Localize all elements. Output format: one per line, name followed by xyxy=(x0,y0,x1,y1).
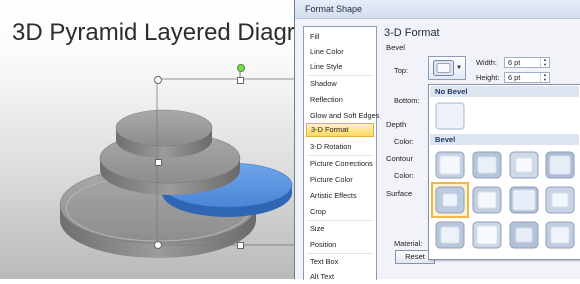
rotation-handle[interactable] xyxy=(237,64,245,72)
bevel-option-8[interactable] xyxy=(543,184,577,216)
pyramid-diagram[interactable] xyxy=(0,0,300,279)
bevel-preset-icon xyxy=(545,221,575,249)
resize-handle-left[interactable] xyxy=(155,159,162,166)
bevel-preset-icon xyxy=(509,221,539,249)
bevel-preset-icon xyxy=(509,186,539,214)
depth-color-label: Color: xyxy=(394,137,414,146)
bevel-preset-icon xyxy=(435,186,465,214)
category-artistic-effects[interactable]: Artistic Effects xyxy=(306,189,374,203)
height-value: 6 pt xyxy=(508,73,521,82)
slide-canvas[interactable]: 3D Pyramid Layered Diagram xyxy=(0,0,300,279)
bevel-section-label: Bevel xyxy=(386,43,405,52)
surface-section-label: Surface xyxy=(386,189,413,198)
category-fill[interactable]: Fill xyxy=(306,30,374,44)
width-spinner[interactable]: 6 pt ▲ ▼ xyxy=(504,57,550,68)
bevel-preset-icon xyxy=(545,151,575,179)
resize-handle-top-left[interactable] xyxy=(154,76,162,84)
category-picture-color[interactable]: Picture Color xyxy=(306,173,374,187)
bevel-option-4[interactable] xyxy=(543,149,577,181)
bevel-preset-icon xyxy=(472,186,502,214)
bevel-option-6[interactable] xyxy=(470,184,504,216)
resize-handle-bottom[interactable] xyxy=(237,242,244,249)
panel-title: 3-D Format xyxy=(384,27,440,39)
bevel-option-3[interactable] xyxy=(507,149,541,181)
resize-handle-top[interactable] xyxy=(237,77,244,84)
category-line-color[interactable]: Line Color xyxy=(306,45,374,59)
bevel-option-9[interactable] xyxy=(433,219,467,251)
bevel-option-10[interactable] xyxy=(470,219,504,251)
category-3d-rotation[interactable]: 3-D Rotation xyxy=(306,140,374,154)
width-value: 6 pt xyxy=(508,58,521,67)
category-position[interactable]: Position xyxy=(306,238,374,252)
spin-down-icon[interactable]: ▼ xyxy=(540,63,549,67)
bevel-option-none[interactable] xyxy=(433,100,467,132)
category-divider xyxy=(307,75,373,76)
bevel-option-2[interactable] xyxy=(470,149,504,181)
bevel-top-dropdown[interactable]: ▼ xyxy=(428,56,466,80)
no-bevel-header: No Bevel xyxy=(430,86,579,97)
bevel-preset-icon xyxy=(435,151,465,179)
bevel-preset-icon xyxy=(472,221,502,249)
category-picture-corrections[interactable]: Picture Corrections xyxy=(306,157,374,171)
category-crop[interactable]: Crop xyxy=(306,205,374,219)
top-label: Top: xyxy=(394,66,408,75)
bevel-option-11[interactable] xyxy=(507,219,541,251)
category-reflection[interactable]: Reflection xyxy=(306,93,374,107)
category-divider xyxy=(307,253,373,254)
bevel-option-1[interactable] xyxy=(433,149,467,181)
pyramid-layer-top xyxy=(115,109,213,158)
category-3d-format[interactable]: 3-D Format xyxy=(306,123,374,137)
category-text-box[interactable]: Text Box xyxy=(306,255,374,269)
category-divider xyxy=(307,155,373,156)
contour-section-label: Contour xyxy=(386,154,414,163)
bevel-preset-icon xyxy=(472,151,502,179)
dialog-titlebar[interactable]: Format Shape xyxy=(295,0,580,19)
bevel-header: Bevel xyxy=(430,134,579,145)
chevron-down-icon: ▼ xyxy=(456,65,462,71)
bevel-preview-icon xyxy=(433,60,454,76)
category-size[interactable]: Size xyxy=(306,222,374,236)
material-label: Material: xyxy=(394,239,423,248)
height-spinner[interactable]: 6 pt ▲ ▼ xyxy=(504,72,550,83)
spin-down-icon[interactable]: ▼ xyxy=(540,78,549,82)
bevel-option-7[interactable] xyxy=(507,184,541,216)
bevel-gallery-dropdown: No Bevel Bevel xyxy=(428,84,580,260)
category-line-style[interactable]: Line Style xyxy=(306,60,374,74)
bevel-option-12[interactable] xyxy=(543,219,577,251)
resize-handle-bottom-left[interactable] xyxy=(154,241,162,249)
dialog-title: Format Shape xyxy=(305,4,363,14)
bevel-option-5[interactable] xyxy=(431,182,469,218)
bevel-preset-icon xyxy=(509,151,539,179)
category-glow-soft-edges[interactable]: Glow and Soft Edges xyxy=(306,109,379,123)
bottom-label: Bottom: xyxy=(394,96,420,105)
width-label: Width: xyxy=(476,58,497,67)
bevel-preset-icon xyxy=(545,186,575,214)
contour-color-label: Color: xyxy=(394,171,414,180)
no-bevel-icon xyxy=(435,102,465,130)
depth-section-label: Depth xyxy=(386,120,407,129)
category-alt-text[interactable]: Alt Text xyxy=(306,270,374,284)
bevel-preset-icon xyxy=(435,221,465,249)
category-list: Fill Line Color Line Style Shadow Reflec… xyxy=(303,26,379,281)
height-label: Height: xyxy=(476,73,500,82)
category-divider xyxy=(307,220,373,221)
category-shadow[interactable]: Shadow xyxy=(306,77,374,91)
